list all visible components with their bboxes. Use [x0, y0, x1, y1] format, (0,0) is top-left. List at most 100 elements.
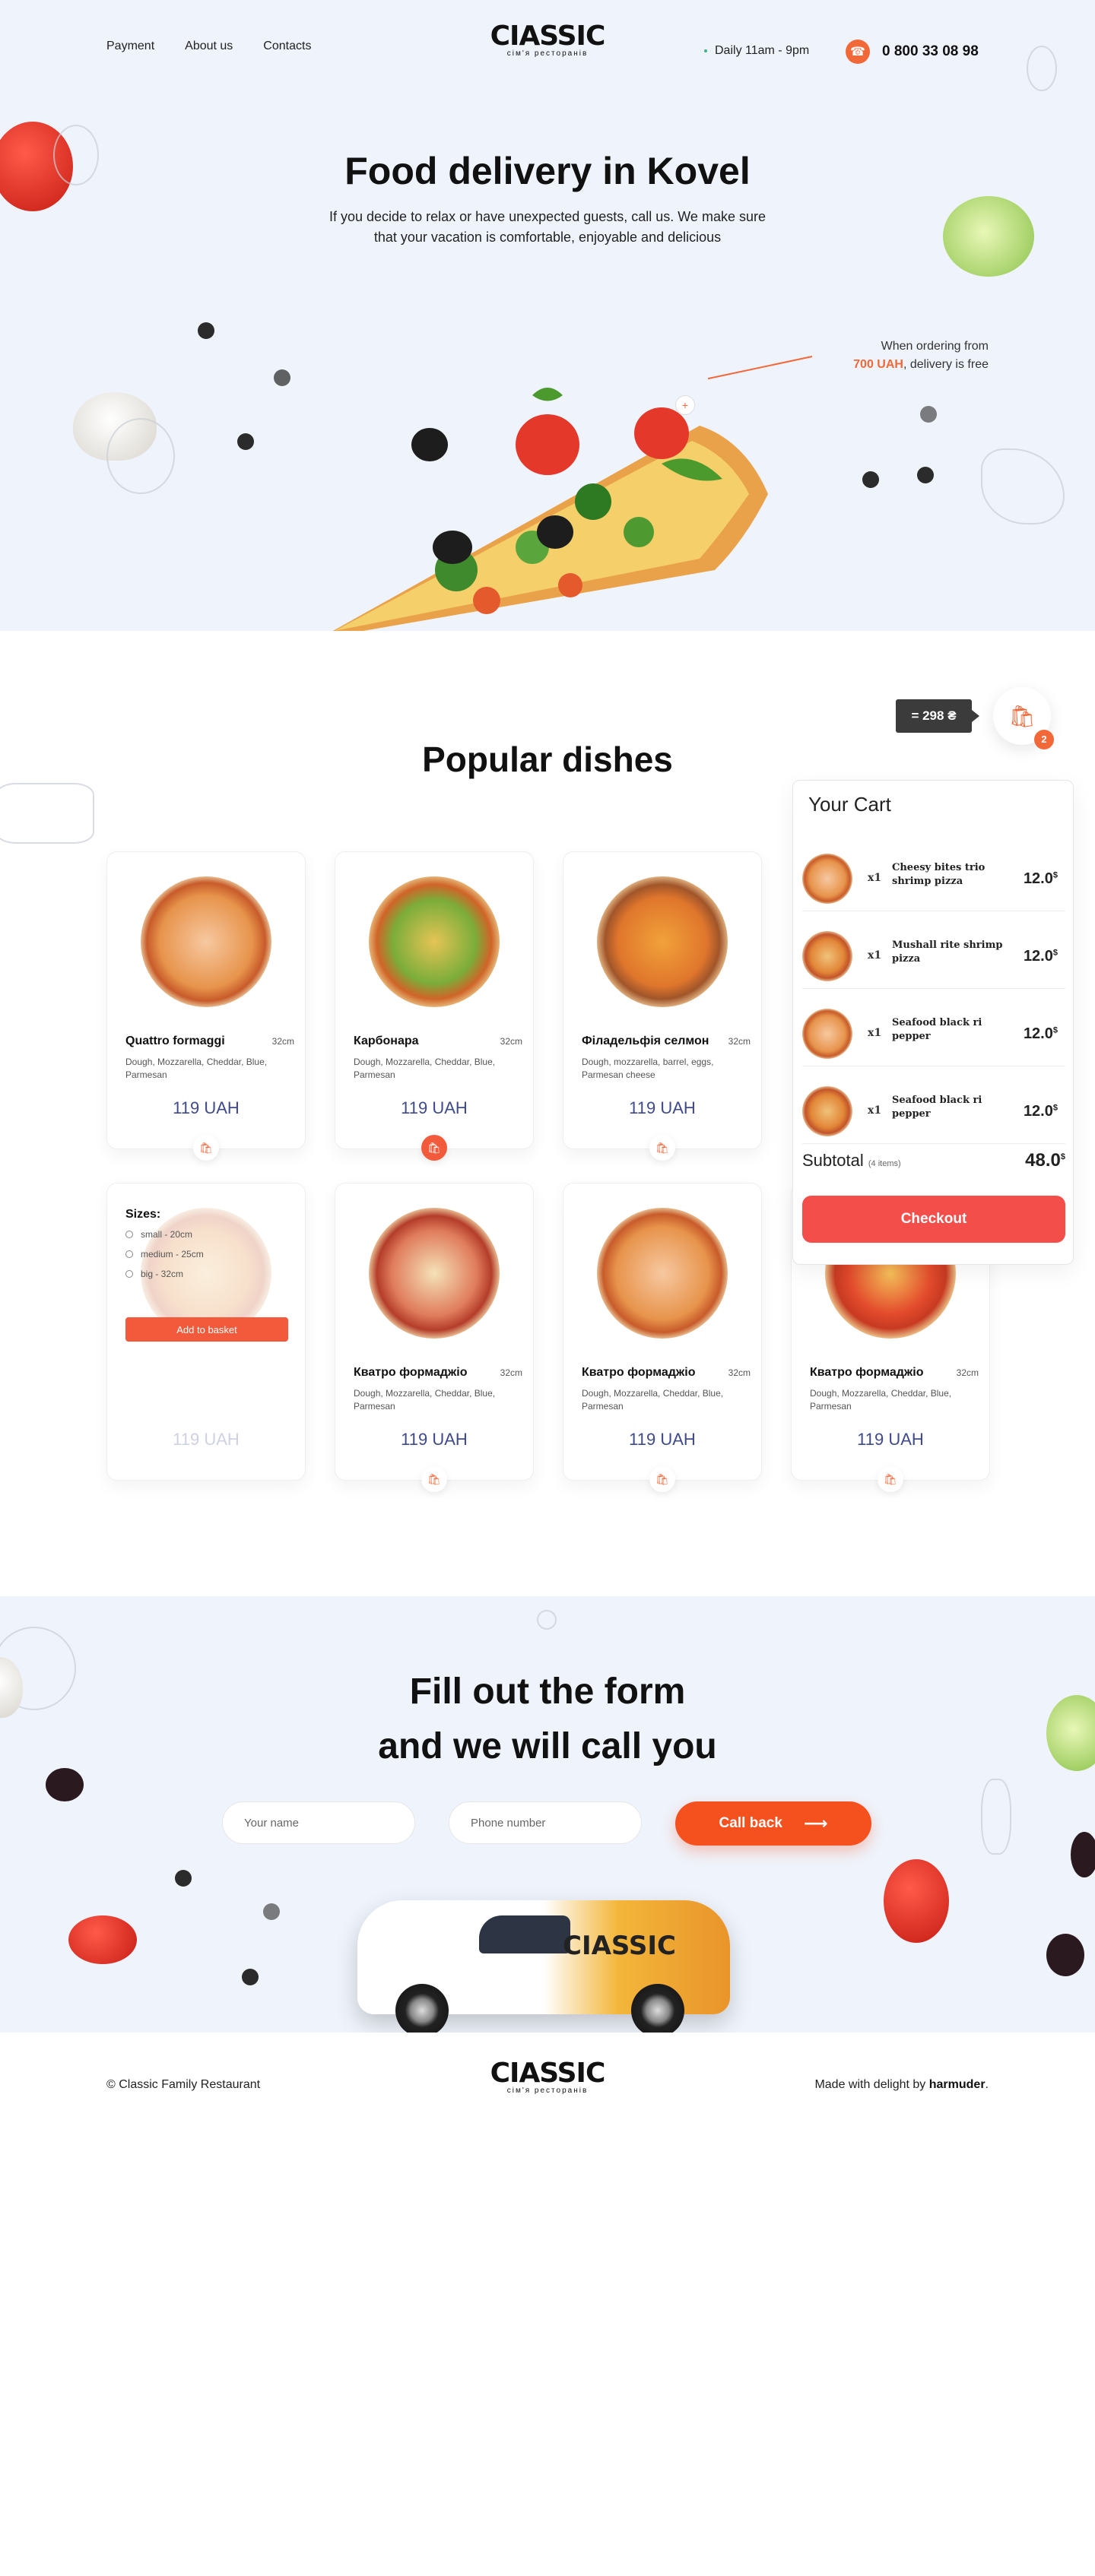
dish-ingredients: Dough, Mozzarella, Cheddar, Blue, Parmes…: [810, 1388, 952, 1412]
peppercorn-decoration: [175, 1870, 192, 1887]
add-to-cart-button[interactable]: 🛍: [193, 1135, 219, 1161]
tomato-decoration: [884, 1859, 949, 1943]
dish-size: 32cm: [500, 1036, 522, 1047]
cart-item-thumbnail: [802, 854, 852, 904]
cart-item-price-value: 12.0: [1023, 870, 1053, 887]
nav-about-us[interactable]: About us: [185, 40, 233, 53]
add-to-cart-button[interactable]: 🛍: [649, 1135, 675, 1161]
delivery-note-line2: 700 UAH, delivery is free: [821, 356, 989, 374]
pepper-outline-decoration: [981, 1779, 1011, 1855]
logo-subtitle: сім'я ресторанів: [506, 2086, 589, 2095]
size-option-big[interactable]: big - 32cm: [125, 1269, 288, 1279]
cart-item-currency: $: [1052, 1103, 1058, 1113]
add-to-cart-button[interactable]: 🛍: [878, 1466, 903, 1492]
name-input[interactable]: [222, 1801, 415, 1844]
hero-title: Food delivery in Kovel: [344, 150, 751, 192]
peppercorn-decoration: [263, 1903, 280, 1920]
cart-item-price-value: 12.0: [1023, 1103, 1053, 1120]
cart-item-price-value: 12.0: [1023, 1025, 1053, 1042]
form-title: Fill out the form and we will call you: [0, 1665, 1095, 1774]
cart-title: Your Cart: [808, 793, 891, 816]
van-window: [479, 1915, 570, 1953]
subtotal-value: 48.0$: [1025, 1150, 1065, 1171]
dish-size: 32cm: [500, 1367, 522, 1378]
dish-name: Філадельфія селмон: [582, 1035, 709, 1047]
dish-size: 32cm: [271, 1036, 294, 1047]
add-to-cart-button[interactable]: 🛍: [421, 1466, 447, 1492]
cart-item[interactable]: x1 Mushall rite shrimp pizza 12.0$: [802, 911, 1065, 989]
cart-item-currency: $: [1052, 948, 1058, 958]
dish-card[interactable]: Кватро формаджіо 32cm Dough, Mozzarella,…: [563, 1183, 762, 1492]
size-option-medium[interactable]: medium - 25cm: [125, 1249, 288, 1259]
subtotal-label: Subtotal (4 items): [802, 1151, 901, 1171]
peppercorn-decoration: [237, 433, 254, 450]
delivery-amount: 700 UAH: [853, 358, 903, 371]
cart-item-name: Seafood black ri pepper: [892, 1017, 982, 1042]
sizes-label: Sizes:: [125, 1208, 161, 1221]
status-dot-icon: [704, 49, 707, 52]
cart-item[interactable]: x1 Seafood black ri pepper 12.0$: [802, 989, 1065, 1066]
dish-size: 32cm: [728, 1367, 751, 1378]
cart-item-thumbnail: [802, 1009, 852, 1059]
form-title-line1: Fill out the form: [409, 1671, 686, 1712]
main-nav: Payment About us Contacts: [106, 40, 311, 53]
bread-outline-decoration: [0, 783, 94, 844]
olive-decoration: [1046, 1934, 1084, 1976]
cart-item-name: Cheesy bites trio shrimp pizza: [892, 862, 986, 887]
dish-card[interactable]: Філадельфія селмон 32cm Dough, mozzarell…: [563, 851, 762, 1161]
dish-card-size-picker[interactable]: Sizes: small - 20cm medium - 25cm big - …: [106, 1183, 306, 1481]
hero-section: Payment About us Contacts CIASSIC сім'я …: [0, 0, 1095, 631]
dish-card[interactable]: Кватро формаджіо 32cm Dough, Mozzarella,…: [335, 1183, 534, 1492]
dish-price: 119 UAH: [173, 1430, 240, 1449]
footer-credit: Made with delight by harmuder.: [814, 2078, 989, 2092]
credit-author-link[interactable]: harmuder: [929, 2078, 986, 2091]
header-phone[interactable]: ☎ 0 800 33 08 98: [846, 40, 979, 64]
dish-size: 32cm: [728, 1036, 751, 1047]
delivery-van-image: CIASSIC: [350, 1885, 745, 2033]
footer: © Classic Family Restaurant CIASSIC сім'…: [0, 2033, 1095, 2139]
size-option-label: medium - 25cm: [141, 1249, 204, 1259]
radio-icon: [125, 1250, 133, 1258]
cart-item-currency: $: [1052, 870, 1058, 880]
shopping-bag-icon: 🛍: [655, 1141, 669, 1154]
dish-ingredients: Dough, Mozzarella, Cheddar, Blue, Parmes…: [354, 1057, 496, 1080]
dish-card[interactable]: Карбонара 32cm Dough, Mozzarella, Chedda…: [335, 851, 534, 1161]
delivery-note-line: [707, 356, 813, 380]
van-wheel: [395, 1984, 449, 2033]
cart-item[interactable]: x1 Seafood black ri pepper 12.0$: [802, 1066, 1065, 1144]
subtotal-amount: 48.0: [1025, 1150, 1061, 1171]
cart-item-price: 12.0$: [1024, 948, 1058, 965]
credit-prefix: Made with delight by: [814, 2078, 926, 2091]
header-logo[interactable]: CIASSIC сім'я ресторанів: [490, 23, 606, 58]
phone-input[interactable]: [449, 1801, 642, 1844]
add-to-cart-button[interactable]: 🛍: [421, 1135, 447, 1161]
dish-price: 119 UAH: [857, 1430, 924, 1449]
add-to-basket-button[interactable]: Add to basket: [125, 1317, 288, 1342]
peppercorn-decoration: [198, 322, 214, 339]
call-back-button[interactable]: Call back ⟶: [675, 1801, 871, 1846]
cart-item-price: 12.0$: [1024, 1025, 1058, 1043]
tomato-slice-decoration: [68, 1915, 137, 1964]
cart-item-qty: x1: [868, 872, 882, 884]
delivery-note-marker: +: [675, 395, 695, 415]
footer-copyright: © Classic Family Restaurant: [106, 2078, 261, 2091]
dish-name: Кватро формаджіо: [582, 1366, 696, 1379]
hero-subtitle: If you decide to relax or have unexpecte…: [329, 209, 766, 245]
dish-price: 119 UAH: [173, 1098, 240, 1117]
cart-item[interactable]: x1 Cheesy bites trio shrimp pizza 12.0$: [802, 834, 1065, 911]
dish-name: Кватро формаджіо: [354, 1366, 468, 1379]
nav-payment[interactable]: Payment: [106, 40, 154, 53]
size-option-small[interactable]: small - 20cm: [125, 1229, 288, 1240]
dish-card[interactable]: Quattro formaggi 32cm Dough, Mozzarella,…: [106, 851, 306, 1161]
footer-logo[interactable]: CIASSIC сім'я ресторанів: [490, 2060, 606, 2095]
cart-item-qty: x1: [868, 949, 882, 962]
call-back-label: Call back: [719, 1815, 782, 1831]
nav-contacts[interactable]: Contacts: [263, 40, 311, 53]
subtotal-text: Subtotal: [802, 1151, 864, 1170]
radio-icon: [125, 1270, 133, 1278]
subtotal-currency: $: [1060, 1152, 1065, 1161]
dish-price: 119 UAH: [629, 1430, 696, 1449]
checkout-button[interactable]: Checkout: [802, 1196, 1065, 1243]
add-to-cart-button[interactable]: 🛍: [649, 1466, 675, 1492]
dish-price: 119 UAH: [629, 1098, 696, 1117]
